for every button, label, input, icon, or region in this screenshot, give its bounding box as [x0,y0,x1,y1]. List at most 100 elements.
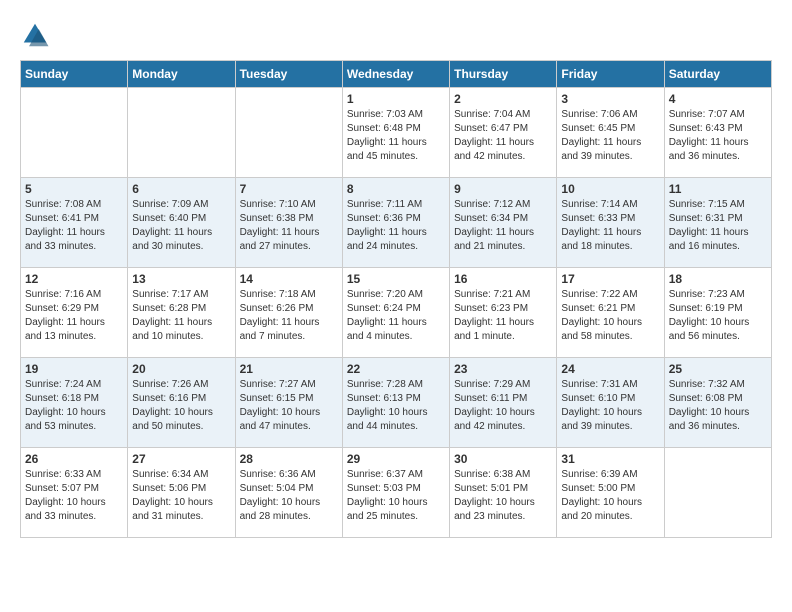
day-cell: 31 Sunrise: 6:39 AM Sunset: 5:00 PM Dayli… [557,448,664,538]
day-info: Sunrise: 7:21 AM Sunset: 6:23 PM Dayligh… [454,288,552,344]
day-number: 14 [240,272,338,286]
week-row: 19Sunrise: 7:24 AM Sunset: 6:18 PM Dayli… [21,358,772,448]
day-info: Sunrise: 7:22 AM Sunset: 6:21 PM Dayligh… [561,288,659,344]
day-cell [664,448,771,538]
weekday-header: Sunday [21,61,128,88]
day-number: 25 [669,362,767,376]
day-cell: 5 Sunrise: 7:08 AM Sunset: 6:41 PM Daylig… [21,178,128,268]
day-cell [128,88,235,178]
day-info: Sunrise: 7:17 AM Sunset: 6:28 PM Dayligh… [132,288,230,344]
day-cell [235,88,342,178]
day-number: 28 [240,452,338,466]
day-info: Sunrise: 7:11 AM Sunset: 6:36 PM Dayligh… [347,198,445,254]
day-info: Sunrise: 6:33 AM Sunset: 5:07 PM Dayligh… [25,468,123,524]
day-cell: 25 Sunrise: 7:32 AM Sunset: 6:08 PM Dayli… [664,358,771,448]
day-info: Sunrise: 7:23 AM Sunset: 6:19 PM Dayligh… [669,288,767,344]
day-number: 23 [454,362,552,376]
day-cell: 10 Sunrise: 7:14 AM Sunset: 6:33 PM Dayli… [557,178,664,268]
day-info: Sunrise: 7:09 AM Sunset: 6:40 PM Dayligh… [132,198,230,254]
day-cell: 18 Sunrise: 7:23 AM Sunset: 6:19 PM Dayli… [664,268,771,358]
logo-icon [20,20,50,50]
day-number: 29 [347,452,445,466]
day-cell: 29 Sunrise: 6:37 AM Sunset: 5:03 PM Dayli… [342,448,449,538]
calendar-table: SundayMondayTuesdayWednesdayThursdayFrid… [20,60,772,538]
day-info: Sunrise: 7:32 AM Sunset: 6:08 PM Dayligh… [669,378,767,434]
day-cell: 30 Sunrise: 6:38 AM Sunset: 5:01 PM Dayli… [450,448,557,538]
day-number: 10 [561,182,659,196]
day-cell: 2 Sunrise: 7:04 AM Sunset: 6:47 PM Daylig… [450,88,557,178]
day-info: Sunrise: 7:07 AM Sunset: 6:43 PM Dayligh… [669,108,767,164]
day-info: Sunrise: 6:37 AM Sunset: 5:03 PM Dayligh… [347,468,445,524]
day-info: Sunrise: 7:20 AM Sunset: 6:24 PM Dayligh… [347,288,445,344]
day-info: Sunrise: 6:34 AM Sunset: 5:06 PM Dayligh… [132,468,230,524]
day-info: Sunrise: 6:39 AM Sunset: 5:00 PM Dayligh… [561,468,659,524]
week-row: 12 Sunrise: 7:16 AM Sunset: 6:29 PM Dayli… [21,268,772,358]
day-number: 13 [132,272,230,286]
day-cell: 28Sunrise: 6:36 AM Sunset: 5:04 PM Dayli… [235,448,342,538]
day-number: 30 [454,452,552,466]
day-cell: 11 Sunrise: 7:15 AM Sunset: 6:31 PM Dayli… [664,178,771,268]
day-info: Sunrise: 7:18 AM Sunset: 6:26 PM Dayligh… [240,288,338,344]
week-row: 5 Sunrise: 7:08 AM Sunset: 6:41 PM Daylig… [21,178,772,268]
day-cell: 9 Sunrise: 7:12 AM Sunset: 6:34 PM Daylig… [450,178,557,268]
day-number: 20 [132,362,230,376]
day-info: Sunrise: 7:08 AM Sunset: 6:41 PM Dayligh… [25,198,123,254]
page-header [20,20,772,50]
day-cell: 3 Sunrise: 7:06 AM Sunset: 6:45 PM Daylig… [557,88,664,178]
day-number: 1 [347,92,445,106]
day-cell: 19Sunrise: 7:24 AM Sunset: 6:18 PM Dayli… [21,358,128,448]
day-number: 22 [347,362,445,376]
day-number: 11 [669,182,767,196]
day-number: 9 [454,182,552,196]
day-info: Sunrise: 7:04 AM Sunset: 6:47 PM Dayligh… [454,108,552,164]
day-number: 24 [561,362,659,376]
day-number: 16 [454,272,552,286]
day-number: 7 [240,182,338,196]
weekday-header-row: SundayMondayTuesdayWednesdayThursdayFrid… [21,61,772,88]
day-number: 8 [347,182,445,196]
day-number: 18 [669,272,767,286]
day-cell: 23Sunrise: 7:29 AM Sunset: 6:11 PM Dayli… [450,358,557,448]
day-cell: 14 Sunrise: 7:18 AM Sunset: 6:26 PM Dayli… [235,268,342,358]
day-cell: 12 Sunrise: 7:16 AM Sunset: 6:29 PM Dayli… [21,268,128,358]
day-cell: 16 Sunrise: 7:21 AM Sunset: 6:23 PM Dayli… [450,268,557,358]
day-info: Sunrise: 7:24 AM Sunset: 6:18 PM Dayligh… [25,378,123,434]
weekday-header: Thursday [450,61,557,88]
weekday-header: Monday [128,61,235,88]
weekday-header: Saturday [664,61,771,88]
day-number: 5 [25,182,123,196]
day-cell: 15 Sunrise: 7:20 AM Sunset: 6:24 PM Dayli… [342,268,449,358]
day-number: 2 [454,92,552,106]
day-cell: 13 Sunrise: 7:17 AM Sunset: 6:28 PM Dayli… [128,268,235,358]
day-number: 27 [132,452,230,466]
day-info: Sunrise: 7:28 AM Sunset: 6:13 PM Dayligh… [347,378,445,434]
day-info: Sunrise: 7:15 AM Sunset: 6:31 PM Dayligh… [669,198,767,254]
day-cell: 6 Sunrise: 7:09 AM Sunset: 6:40 PM Daylig… [128,178,235,268]
weekday-header: Tuesday [235,61,342,88]
day-info: Sunrise: 7:10 AM Sunset: 6:38 PM Dayligh… [240,198,338,254]
day-info: Sunrise: 7:27 AM Sunset: 6:15 PM Dayligh… [240,378,338,434]
day-cell: 8 Sunrise: 7:11 AM Sunset: 6:36 PM Daylig… [342,178,449,268]
day-info: Sunrise: 6:38 AM Sunset: 5:01 PM Dayligh… [454,468,552,524]
day-info: Sunrise: 7:12 AM Sunset: 6:34 PM Dayligh… [454,198,552,254]
day-info: Sunrise: 7:31 AM Sunset: 6:10 PM Dayligh… [561,378,659,434]
day-info: Sunrise: 7:16 AM Sunset: 6:29 PM Dayligh… [25,288,123,344]
day-number: 21 [240,362,338,376]
day-number: 4 [669,92,767,106]
day-number: 31 [561,452,659,466]
day-info: Sunrise: 7:14 AM Sunset: 6:33 PM Dayligh… [561,198,659,254]
day-number: 15 [347,272,445,286]
day-cell: 7 Sunrise: 7:10 AM Sunset: 6:38 PM Daylig… [235,178,342,268]
day-number: 3 [561,92,659,106]
day-cell: 26Sunrise: 6:33 AM Sunset: 5:07 PM Dayli… [21,448,128,538]
week-row: 26Sunrise: 6:33 AM Sunset: 5:07 PM Dayli… [21,448,772,538]
day-cell: 4 Sunrise: 7:07 AM Sunset: 6:43 PM Daylig… [664,88,771,178]
day-number: 12 [25,272,123,286]
day-cell: 21 Sunrise: 7:27 AM Sunset: 6:15 PM Dayli… [235,358,342,448]
day-info: Sunrise: 7:06 AM Sunset: 6:45 PM Dayligh… [561,108,659,164]
day-cell: 24 Sunrise: 7:31 AM Sunset: 6:10 PM Dayli… [557,358,664,448]
day-cell [21,88,128,178]
day-cell: 22 Sunrise: 7:28 AM Sunset: 6:13 PM Dayli… [342,358,449,448]
day-number: 6 [132,182,230,196]
day-info: Sunrise: 7:26 AM Sunset: 6:16 PM Dayligh… [132,378,230,434]
